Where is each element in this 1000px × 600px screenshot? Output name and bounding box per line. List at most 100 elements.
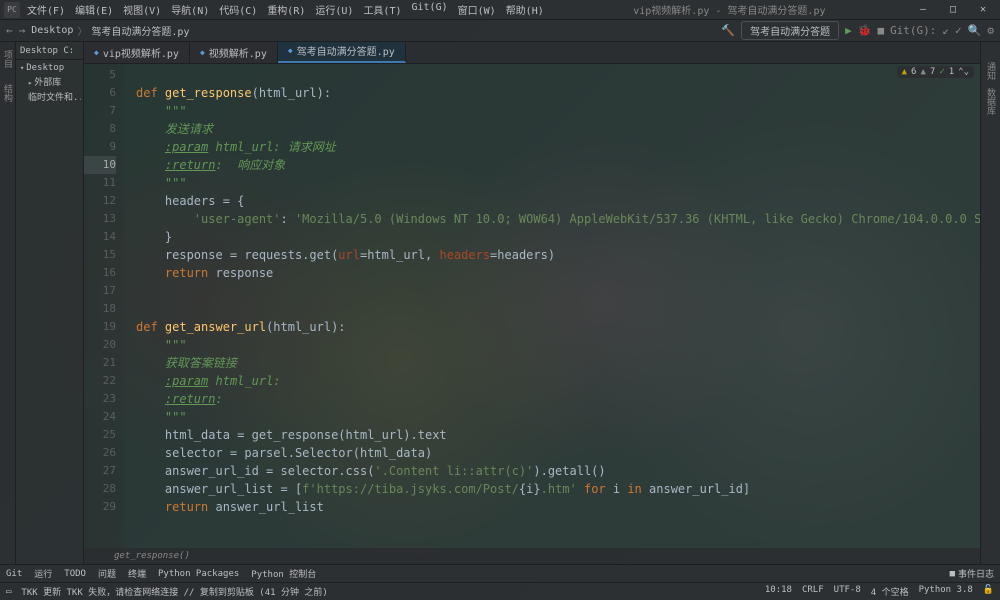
line-number[interactable]: 11: [84, 174, 116, 192]
tree-item[interactable]: Desktop: [18, 62, 81, 74]
database-tool-tab[interactable]: 数据库: [984, 88, 997, 115]
event-log-button[interactable]: ■事件日志: [950, 567, 994, 580]
stop-icon[interactable]: ■: [877, 24, 884, 37]
editor-tab[interactable]: ◆驾考自动满分答题.py: [278, 42, 406, 63]
project-tool-tab[interactable]: 项目: [1, 46, 14, 72]
code-line[interactable]: return answer_url_list: [136, 498, 980, 516]
git-update-icon[interactable]: ↙: [942, 24, 949, 37]
run-config-selector[interactable]: 驾考自动满分答题: [741, 21, 839, 40]
line-number[interactable]: 26: [84, 444, 116, 462]
python-interpreter[interactable]: Python 3.8: [919, 585, 973, 598]
code-line[interactable]: 获取答案链接: [136, 354, 980, 372]
breadcrumb[interactable]: Desktop 〉 驾考自动满分答题.py: [31, 23, 189, 38]
line-number[interactable]: 14: [84, 228, 116, 246]
line-number[interactable]: 13: [84, 210, 116, 228]
structure-tool-tab[interactable]: 结构: [1, 80, 14, 106]
line-number-gutter[interactable]: 5678910111213141516171819202122232425262…: [84, 64, 124, 548]
tree-item[interactable]: 外部库: [18, 74, 81, 89]
indent-setting[interactable]: 4 个空格: [871, 585, 909, 598]
line-number[interactable]: 19: [84, 318, 116, 336]
code-line[interactable]: [136, 300, 980, 318]
status-message[interactable]: TKK 更新 TKK 失败，请检查网络连接 // 复制到剪贴板 (41 分钟 之…: [21, 585, 327, 598]
tool-window-button[interactable]: TODO: [64, 567, 86, 580]
menu-item[interactable]: 运行(U): [310, 0, 358, 19]
line-number[interactable]: 5: [84, 66, 116, 84]
project-tree[interactable]: Desktop外部库临时文件和...: [16, 60, 83, 106]
code-line[interactable]: """: [136, 174, 980, 192]
code-line[interactable]: """: [136, 408, 980, 426]
code-line[interactable]: def get_answer_url(html_url):: [136, 318, 980, 336]
line-number[interactable]: 28: [84, 480, 116, 498]
line-number[interactable]: 7: [84, 102, 116, 120]
menu-item[interactable]: 帮助(H): [501, 0, 549, 19]
code-line[interactable]: """: [136, 102, 980, 120]
line-number[interactable]: 25: [84, 426, 116, 444]
line-number[interactable]: 8: [84, 120, 116, 138]
code-line[interactable]: def get_response(html_url):: [136, 84, 980, 102]
code-line[interactable]: headers = {: [136, 192, 980, 210]
menu-item[interactable]: Git(G): [407, 0, 453, 19]
line-number[interactable]: 20: [84, 336, 116, 354]
chevron-up-down-icon[interactable]: ⌃⌄: [958, 67, 969, 77]
project-panel-header[interactable]: Desktop C:: [16, 42, 83, 60]
editor-tab[interactable]: ◆vip视频解析.py: [84, 42, 190, 63]
line-number[interactable]: 9: [84, 138, 116, 156]
lock-icon[interactable]: 🔓: [983, 585, 994, 598]
code-line[interactable]: }: [136, 228, 980, 246]
code-line[interactable]: :return:: [136, 390, 980, 408]
menu-item[interactable]: 窗口(W): [453, 0, 501, 19]
code-line[interactable]: :param html_url:: [136, 372, 980, 390]
line-number[interactable]: 18: [84, 300, 116, 318]
tool-window-button[interactable]: 运行: [34, 567, 52, 580]
breadcrumb-root[interactable]: Desktop: [31, 25, 73, 36]
code-breadcrumb[interactable]: get_response(): [84, 548, 980, 564]
notifications-tool-tab[interactable]: 通知: [984, 62, 997, 80]
line-separator[interactable]: CRLF: [802, 585, 824, 598]
tool-window-button[interactable]: 问题: [98, 567, 116, 580]
back-icon[interactable]: ←: [6, 24, 13, 37]
line-number[interactable]: 16: [84, 264, 116, 282]
code-line[interactable]: [136, 66, 980, 84]
cursor-position[interactable]: 10:18: [765, 585, 792, 598]
code-line[interactable]: [136, 282, 980, 300]
code-line[interactable]: selector = parsel.Selector(html_data): [136, 444, 980, 462]
menu-item[interactable]: 工具(T): [358, 0, 406, 19]
code-line[interactable]: answer_url_id = selector.css('.Content l…: [136, 462, 980, 480]
line-number[interactable]: 17: [84, 282, 116, 300]
line-number[interactable]: 6: [84, 84, 116, 102]
code-line[interactable]: answer_url_list = [f'https://tiba.jsyks.…: [136, 480, 980, 498]
code-line[interactable]: :param html_url: 请求网址: [136, 138, 980, 156]
editor-body[interactable]: 5678910111213141516171819202122232425262…: [84, 64, 980, 548]
menu-item[interactable]: 代码(C): [214, 0, 262, 19]
code-line[interactable]: return response: [136, 264, 980, 282]
line-number[interactable]: 27: [84, 462, 116, 480]
editor-tab[interactable]: ◆视频解析.py: [190, 42, 278, 63]
line-number[interactable]: 29: [84, 498, 116, 516]
search-icon[interactable]: 🔍: [968, 24, 982, 37]
run-icon[interactable]: ▶: [845, 24, 852, 37]
code-line[interactable]: 发送请求: [136, 120, 980, 138]
tool-window-button[interactable]: Git: [6, 567, 22, 580]
git-commit-icon[interactable]: ✓: [955, 24, 962, 37]
line-number[interactable]: 15: [84, 246, 116, 264]
menu-item[interactable]: 重构(R): [262, 0, 310, 19]
encoding[interactable]: UTF-8: [834, 585, 861, 598]
line-number[interactable]: 24: [84, 408, 116, 426]
menu-item[interactable]: 文件(F): [22, 0, 70, 19]
line-number[interactable]: 10: [84, 156, 116, 174]
tool-window-button[interactable]: 终端: [128, 567, 146, 580]
code-line[interactable]: """: [136, 336, 980, 354]
hammer-icon[interactable]: 🔨: [721, 24, 735, 37]
line-number[interactable]: 22: [84, 372, 116, 390]
inspection-widget[interactable]: ▲6 ▲7 ✓1 ⌃⌄: [897, 66, 974, 78]
forward-icon[interactable]: →: [19, 24, 26, 37]
menu-item[interactable]: 编辑(E): [70, 0, 118, 19]
code-line[interactable]: 'user-agent': 'Mozilla/5.0 (Windows NT 1…: [136, 210, 980, 228]
line-number[interactable]: 12: [84, 192, 116, 210]
tool-window-button[interactable]: Python 控制台: [251, 567, 316, 580]
status-console-icon[interactable]: ▭: [6, 587, 11, 597]
maximize-button[interactable]: □: [940, 3, 966, 17]
close-button[interactable]: ✕: [970, 3, 996, 17]
tool-window-button[interactable]: Python Packages: [158, 567, 239, 580]
line-number[interactable]: 23: [84, 390, 116, 408]
